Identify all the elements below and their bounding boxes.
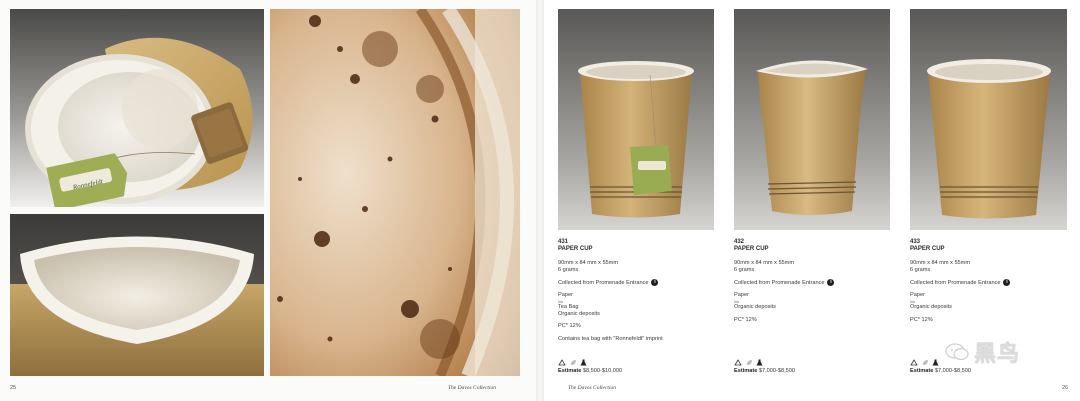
lot-collected-text: Collected from Promenade Entrance xyxy=(558,279,649,286)
lot-weight: 6 grams xyxy=(910,266,931,273)
lot-dimensions: 90mm x 84 mm x 55mm xyxy=(558,260,618,267)
lot-materials: Paper Ink Tea Bag Organic deposits xyxy=(558,292,718,317)
info-icon[interactable]: i xyxy=(1003,279,1011,287)
photo-cup-rim-closeup xyxy=(10,214,264,376)
material-item: Organic deposits xyxy=(734,303,776,310)
lot-431-estimate: Estimate $8,500-$10,000 xyxy=(558,368,622,374)
estimate-label: Estimate xyxy=(558,368,582,374)
lot-collected: Collected from Promenade Entrance i xyxy=(734,279,894,287)
lot-title: PAPER CUP xyxy=(558,245,593,252)
estimate-label: Estimate xyxy=(910,368,934,374)
info-icon[interactable]: i xyxy=(651,279,659,287)
lot-specs: 90mm x 84 mm x 55mm 6 grams xyxy=(910,260,1070,273)
lot-dimensions: 90mm x 84 mm x 55mm xyxy=(910,260,970,267)
folio-left: 25 xyxy=(10,385,17,391)
lot-432-photo xyxy=(734,9,890,230)
lot-collected: Collected from Promenade Entrance i xyxy=(558,279,718,287)
lot-materials: Paper Ink Organic deposits xyxy=(734,292,894,310)
lot-pc: PC* 12% xyxy=(910,316,933,323)
lot-432-estimate: Estimate $7,000-$8,500 xyxy=(734,368,795,374)
lot-pc: PC* 12% xyxy=(734,316,757,323)
lot-title: PAPER CUP xyxy=(734,245,769,252)
photo-stained-bottom-macro xyxy=(270,9,520,376)
lot-433-estimate: Estimate $7,000-$8,500 xyxy=(910,368,971,374)
lot-weight: 6 grams xyxy=(558,266,579,273)
lot-pc: PC* 12% xyxy=(558,323,581,330)
info-icon[interactable]: i xyxy=(827,279,835,287)
lot-collected-text: Collected from Promenade Entrance xyxy=(734,279,825,286)
lot-number: 432 xyxy=(734,239,745,245)
lot-note: Contains tea bag with "Ronnefeldt" impri… xyxy=(558,335,663,342)
lot-materials: Paper Ink Organic deposits xyxy=(910,292,1070,310)
material-item: Tea Bag xyxy=(558,303,579,310)
lot-entry-433: 433 PAPER CUP 90mm x 84 mm x 55mm 6 gram… xyxy=(910,239,1070,329)
lot-431-photo xyxy=(558,9,714,230)
catalog-spread: Ronnefeldt 431 PAPER CUP 90mm x 84 mm x … xyxy=(0,0,1080,401)
lot-specs: 90mm x 84 mm x 55mm 6 grams xyxy=(558,260,718,273)
watermark: 黑鸟 xyxy=(944,336,1020,368)
collection-left: The Davos Collection xyxy=(448,385,496,391)
lot-number: 431 xyxy=(558,239,569,245)
estimate-label: Estimate xyxy=(734,368,758,374)
lot-collected: Collected from Promenade Entrance i xyxy=(910,279,1070,287)
page-gutter xyxy=(536,0,544,401)
material-item: Organic deposits xyxy=(558,310,600,317)
lot-number: 433 xyxy=(910,239,921,245)
estimate-value: $8,500-$10,000 xyxy=(582,368,623,374)
material-item: Paper xyxy=(910,292,925,299)
photo-cup-on-side: Ronnefeldt xyxy=(10,9,264,207)
chat-bubble-icon xyxy=(944,342,970,362)
lot-entry-431: 431 PAPER CUP 90mm x 84 mm x 55mm 6 gram… xyxy=(558,239,718,351)
lot-dimensions: 90mm x 84 mm x 55mm xyxy=(734,260,794,267)
lot-weight: 6 grams xyxy=(734,266,755,273)
lot-title: PAPER CUP xyxy=(910,245,945,252)
material-item: Organic deposits xyxy=(910,303,952,310)
folio-right: 26 xyxy=(1062,385,1069,391)
material-item: Paper xyxy=(558,292,573,299)
lot-collected-text: Collected from Promenade Entrance xyxy=(910,279,1001,286)
lot-433-photo xyxy=(910,9,1067,230)
estimate-value: $7,000-$8,500 xyxy=(758,368,795,374)
lot-specs: 90mm x 84 mm x 55mm 6 grams xyxy=(734,260,894,273)
estimate-value: $7,000-$8,500 xyxy=(934,368,971,374)
collection-right: The Davos Collection xyxy=(568,385,616,391)
material-item: Paper xyxy=(734,292,749,299)
lot-entry-432: 432 PAPER CUP 90mm x 84 mm x 55mm 6 gram… xyxy=(734,239,894,329)
watermark-text: 黑鸟 xyxy=(974,342,1021,367)
